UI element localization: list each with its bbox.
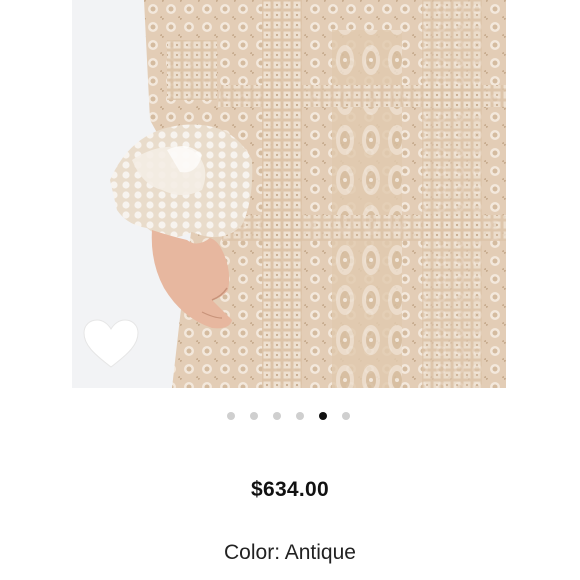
carousel-dot-1[interactable] <box>226 412 235 420</box>
carousel-dot-6[interactable] <box>341 412 350 420</box>
color-value: Antique <box>284 541 356 564</box>
carousel-indicator <box>0 412 578 420</box>
carousel-dot-2[interactable] <box>249 412 258 420</box>
product-color: Color: Antique <box>0 541 580 565</box>
carousel-dot-5[interactable] <box>318 412 327 420</box>
favorite-heart-button[interactable] <box>82 318 140 370</box>
carousel-dot-3[interactable] <box>272 412 281 420</box>
product-page: $634.00 Color: Antique <box>0 0 580 580</box>
carousel-dot-4[interactable] <box>295 412 304 420</box>
heart-icon <box>83 319 139 368</box>
product-price: $634.00 <box>250 478 329 501</box>
color-label: Color: <box>224 541 281 564</box>
